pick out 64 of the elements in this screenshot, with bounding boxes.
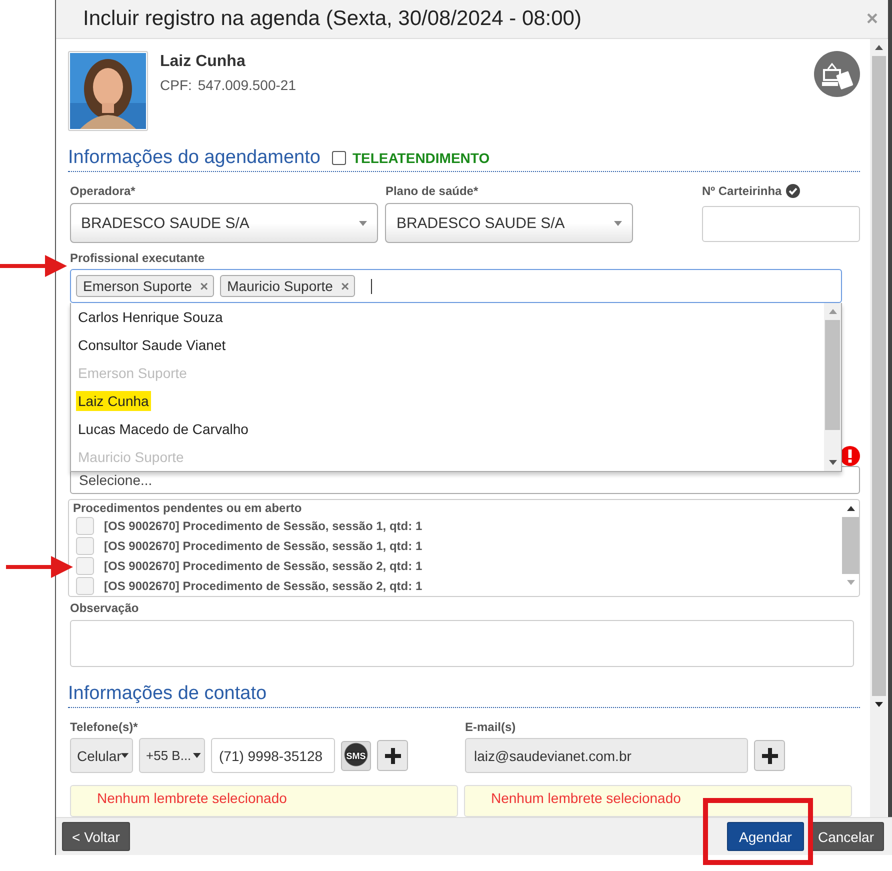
add-button[interactable] — [377, 740, 408, 771]
professional-multiselect[interactable]: Emerson Suporte × Mauricio Suporte × — [70, 269, 842, 304]
tag-label: Emerson Suporte — [83, 278, 192, 294]
caret-icon — [614, 220, 622, 226]
procedure-label: [OS 9002670] Procedimento de Sessão, sessão 1, qtd: 1 — [104, 519, 422, 534]
field-label: Operadora* — [70, 184, 136, 198]
caret-icon — [193, 753, 201, 758]
remove-tag-button[interactable]: × — [200, 278, 208, 294]
plan-select[interactable]: BRADESCO SAUDE S/A — [385, 203, 633, 243]
cpf-label: CPF: — [160, 77, 192, 93]
observation-field[interactable] — [70, 620, 854, 667]
cpf-value: 547.009.500-21 — [198, 77, 296, 93]
field-label: Plano de saúde* — [385, 184, 480, 198]
schedule-button[interactable]: Agendar — [727, 822, 804, 851]
email-field[interactable]: laiz@saudevianet.com.br — [465, 738, 748, 773]
devices-icon[interactable] — [814, 51, 860, 97]
field-label: Procedimentos pendentes ou em aberto — [73, 501, 303, 516]
procedure-label: [OS 9002670] Procedimento de Sessão, sessão 2, qtd: 1 — [104, 579, 422, 594]
sms-button[interactable]: SMS — [341, 740, 371, 770]
telehealth-checkbox[interactable] — [332, 151, 346, 165]
country-select[interactable]: +55 B... — [139, 738, 205, 773]
scroll-up-icon[interactable] — [874, 45, 882, 50]
field-label: E-mail(s) — [465, 720, 517, 734]
scroll-down-icon[interactable] — [828, 460, 836, 466]
procedure-label: [OS 9002670] Procedimento de Sessão, sessão 1, qtd: 1 — [104, 539, 422, 554]
checkbox[interactable] — [76, 517, 94, 536]
field-label: Profissional executante — [70, 251, 206, 265]
scrollbar-thumb[interactable] — [842, 517, 859, 574]
phone-type-select[interactable]: Celular — [70, 738, 133, 773]
reminder-text: Nenhum lembrete selecionado — [97, 790, 287, 806]
dropdown-option[interactable]: Consultor Saude Vianet — [71, 331, 824, 360]
plus-icon — [384, 748, 400, 764]
dropdown-option[interactable]: Carlos Henrique Souza — [71, 303, 824, 332]
scroll-up-icon[interactable] — [846, 506, 854, 512]
caret-icon — [359, 220, 368, 226]
caret-icon — [121, 753, 129, 758]
dialog-title: Incluir registro na agenda (Sexta, 30/08/2024 - 08:00) — [83, 7, 582, 31]
select-field[interactable]: Selecione... — [70, 466, 860, 494]
tag-label: Mauricio Suporte — [227, 278, 333, 294]
section-heading: Informações de contato — [68, 683, 267, 705]
patient-name: Laiz Cunha — [160, 53, 246, 71]
reminder-text: Nenhum lembrete selecionado — [491, 790, 681, 806]
checkbox[interactable] — [76, 577, 94, 596]
dropdown-option[interactable]: Laiz Cunha — [71, 387, 824, 416]
card-number-field[interactable] — [702, 206, 860, 242]
checkbox[interactable] — [76, 537, 94, 556]
remove-tag-button[interactable]: × — [340, 278, 350, 294]
telehealth-label: TELEATENDIMENTO — [352, 150, 490, 166]
plus-icon — [762, 748, 778, 764]
add-button[interactable] — [754, 740, 785, 771]
dropdown-option[interactable]: Lucas Macedo de Carvalho — [71, 415, 824, 444]
check-circle-icon — [786, 184, 800, 198]
field-label: Telefone(s)* — [70, 720, 139, 734]
section-heading: Informações do agendamento — [68, 147, 320, 169]
scrollbar-thumb[interactable] — [825, 320, 840, 430]
phone-field[interactable]: (71) 9998-35128 — [211, 738, 335, 773]
field-label: Nº Carteirinha — [702, 184, 782, 198]
checkbox[interactable] — [76, 557, 94, 576]
procedure-label: [OS 9002670] Procedimento de Sessão, sessão 2, qtd: 1 — [104, 559, 422, 574]
scrollbar-thumb[interactable] — [872, 56, 886, 696]
back-button[interactable]: < Voltar — [62, 822, 130, 851]
field-label: Observação — [70, 601, 140, 616]
operator-select[interactable]: BRADESCO SAUDE S/A — [70, 203, 378, 243]
scroll-down-icon[interactable] — [874, 702, 882, 707]
